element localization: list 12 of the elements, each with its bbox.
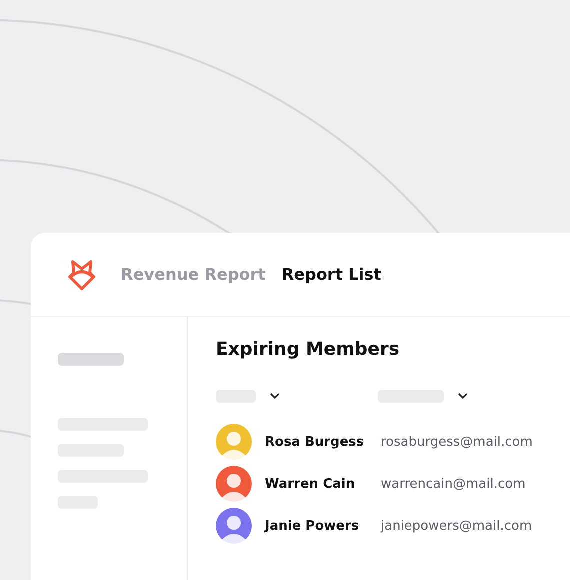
member-email: warrencain@mail.com: [381, 476, 526, 492]
chevron-down-icon[interactable]: [458, 393, 468, 400]
chevron-down-icon[interactable]: [270, 393, 280, 400]
logo-icon: [67, 258, 97, 290]
member-name: Rosa Burgess: [265, 434, 366, 450]
member-name: Janie Powers: [265, 518, 360, 534]
member-email: rosaburgess@mail.com: [381, 434, 533, 450]
member-email: janiepowers@mail.com: [381, 518, 532, 534]
skeleton-bar: [58, 353, 124, 366]
panel-title: Expiring Members: [216, 339, 401, 360]
member-name: Warren Cain: [265, 476, 356, 492]
report-tab[interactable]: Report List: [282, 265, 382, 284]
